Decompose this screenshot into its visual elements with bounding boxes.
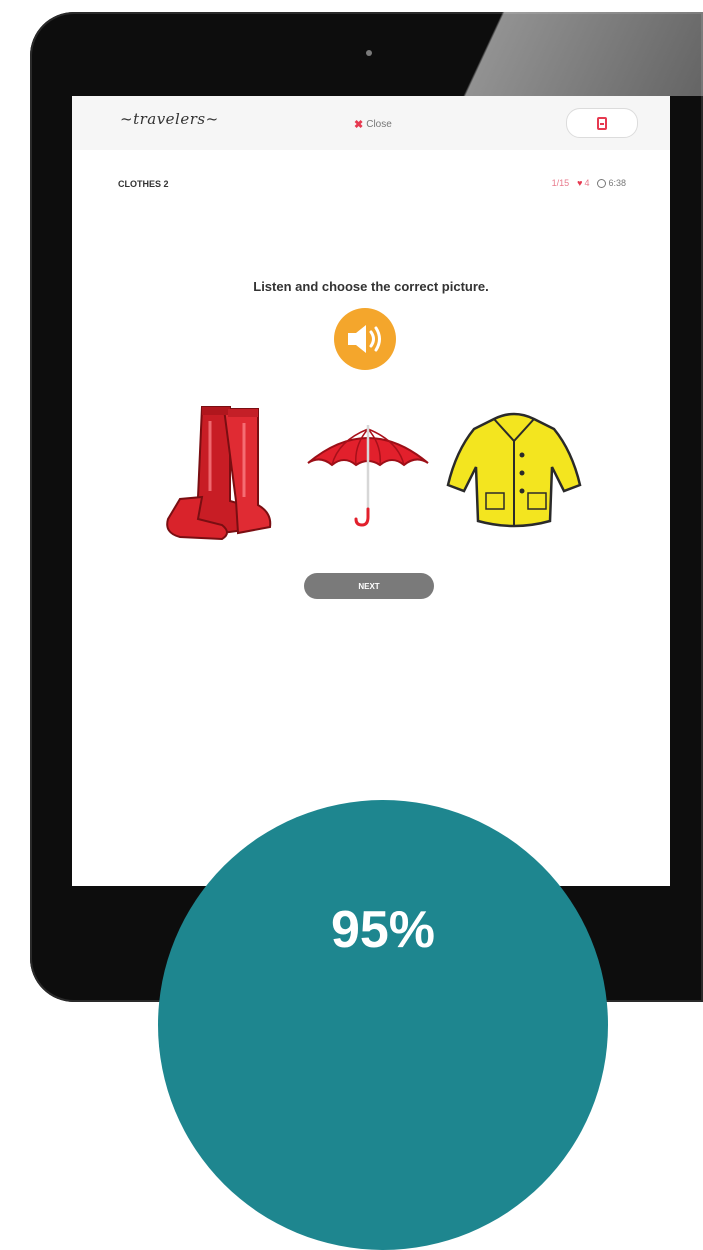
- choice-raincoat[interactable]: [444, 411, 584, 533]
- score-badge-value: 95%: [330, 901, 436, 959]
- raincoat-icon: [446, 412, 582, 528]
- lesson-title: CLOTHES 2: [118, 179, 169, 189]
- rubber-boots-icon: [166, 406, 272, 541]
- clock-icon: [597, 178, 607, 188]
- choice-rubber-boots[interactable]: [162, 401, 277, 541]
- close-icon: ✖: [354, 119, 364, 131]
- lesson-stats: 1/15 ♥ 4 6:38: [552, 178, 626, 188]
- camera-lens: [366, 50, 372, 56]
- play-audio-button[interactable]: [334, 308, 396, 370]
- document-icon: [597, 116, 607, 130]
- next-button[interactable]: NEXT: [304, 573, 434, 599]
- hearts-value: 4: [584, 178, 590, 188]
- timer: 6:38: [597, 178, 626, 188]
- app-logo: ~travelers~: [120, 110, 219, 128]
- timer-value: 6:38: [608, 178, 626, 188]
- question-instruction: Listen and choose the correct picture.: [253, 279, 489, 294]
- choice-umbrella[interactable]: [304, 421, 432, 531]
- close-button[interactable]: ✖ Close: [354, 118, 392, 131]
- notes-button[interactable]: [566, 108, 638, 138]
- hearts-counter: ♥ 4: [577, 178, 589, 188]
- tablet-screen: ~travelers~ ✖ Close CLOTHES 2 1/15 ♥ 4 6…: [72, 96, 670, 886]
- answer-choices: [72, 396, 670, 546]
- heart-icon: ♥: [577, 178, 583, 188]
- umbrella-icon: [307, 425, 429, 527]
- speaker-icon: [348, 325, 381, 353]
- top-bar: ~travelers~ ✖ Close: [72, 96, 670, 150]
- close-label: Close: [366, 119, 392, 130]
- score-badge: [158, 800, 608, 1250]
- progress-counter: 1/15: [551, 178, 570, 188]
